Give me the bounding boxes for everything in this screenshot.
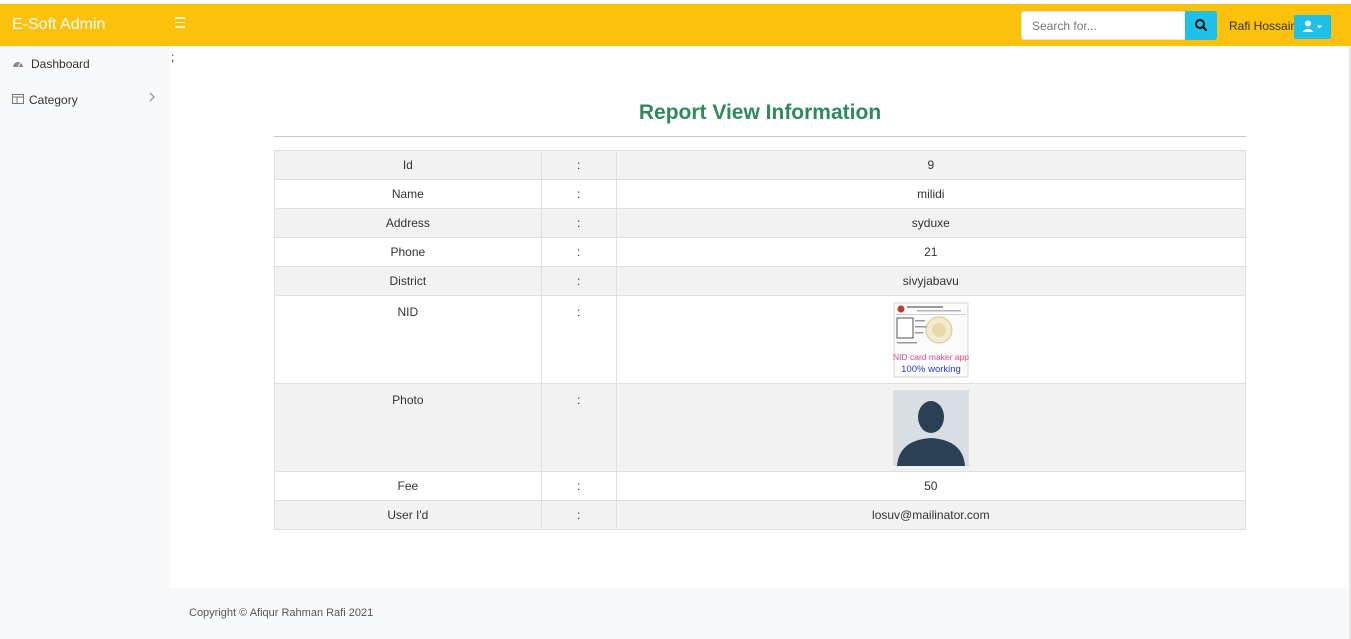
row-value: 50 [615, 471, 1247, 501]
table-row: Id : 9 [274, 150, 1247, 180]
table-row: Photo : [274, 383, 1247, 472]
dashboard-icon [13, 62, 23, 67]
row-separator: : [540, 150, 617, 180]
table-icon [12, 94, 24, 104]
footer: Copyright © Afiqur Rahman Rafi 2021 [170, 588, 1351, 639]
row-separator: : [540, 471, 617, 501]
sidebar: Dashboard Category [0, 46, 170, 639]
row-value: sivyjabavu [615, 266, 1247, 296]
sidebar-toggle-icon[interactable] [175, 17, 187, 31]
nid-image-text: NID card maker app [893, 352, 969, 362]
row-separator: : [540, 237, 617, 267]
brand-logo[interactable]: E-Soft Admin [12, 16, 105, 34]
row-value: NID card maker app 100% working [615, 295, 1247, 384]
user-menu-button[interactable] [1294, 15, 1331, 39]
table-row: Fee : 50 [274, 471, 1247, 501]
sidebar-item-category[interactable]: Category [0, 82, 170, 118]
search-icon [1195, 19, 1208, 32]
report-table: Id : 9 Name : milidi Address : syduxe Ph… [274, 150, 1247, 530]
top-navbar: E-Soft Admin Rafi Hossain [0, 4, 1351, 46]
row-separator: : [540, 266, 617, 296]
table-row: District : sivyjabavu [274, 266, 1247, 296]
row-value: 9 [615, 150, 1247, 180]
caret-down-icon [1317, 25, 1322, 29]
table-row: NID : NID card maker app 100% working [274, 295, 1247, 384]
row-label: District [274, 266, 542, 296]
sidebar-item-dashboard[interactable]: Dashboard [0, 46, 170, 82]
search-button[interactable] [1185, 11, 1217, 40]
row-label: Photo [274, 383, 542, 472]
user-icon [1302, 20, 1322, 32]
row-separator: : [540, 500, 617, 530]
row-label: Address [274, 208, 542, 238]
row-separator: : [540, 383, 617, 472]
row-value: losuv@mailinator.com [615, 500, 1247, 530]
row-label: Phone [274, 237, 542, 267]
row-label: Fee [274, 471, 542, 501]
row-label: User I'd [274, 500, 542, 530]
row-separator: : [540, 179, 617, 209]
chevron-right-icon [149, 92, 155, 102]
row-value: 21 [615, 237, 1247, 267]
page-title: Report View Information [638, 101, 882, 124]
table-row: Name : milidi [274, 179, 1247, 209]
row-label: Id [274, 150, 542, 180]
title-divider [274, 136, 1246, 137]
nid-image-text: 100% working [901, 364, 961, 375]
user-name[interactable]: Rafi Hossain [1229, 19, 1297, 33]
table-row: User I'd : losuv@mailinator.com [274, 500, 1247, 530]
row-value: syduxe [615, 208, 1247, 238]
table-row: Phone : 21 [274, 237, 1247, 267]
row-separator: : [540, 208, 617, 238]
avatar-placeholder-icon [892, 390, 969, 466]
copyright-text: Copyright © Afiqur Rahman Rafi 2021 [189, 607, 374, 619]
row-label: Name [274, 179, 542, 209]
row-value [615, 383, 1247, 472]
row-value: milidi [615, 179, 1247, 209]
table-row: Address : syduxe [274, 208, 1247, 238]
sidebar-item-label: Category [29, 93, 78, 107]
search-form [1021, 11, 1217, 40]
search-input[interactable] [1021, 11, 1185, 40]
row-separator: : [540, 295, 617, 384]
sidebar-item-label: Dashboard [31, 57, 90, 71]
stray-text: ; [171, 50, 175, 64]
row-label: NID [274, 295, 542, 384]
nid-card-image: NID card maker app 100% working [893, 302, 969, 378]
